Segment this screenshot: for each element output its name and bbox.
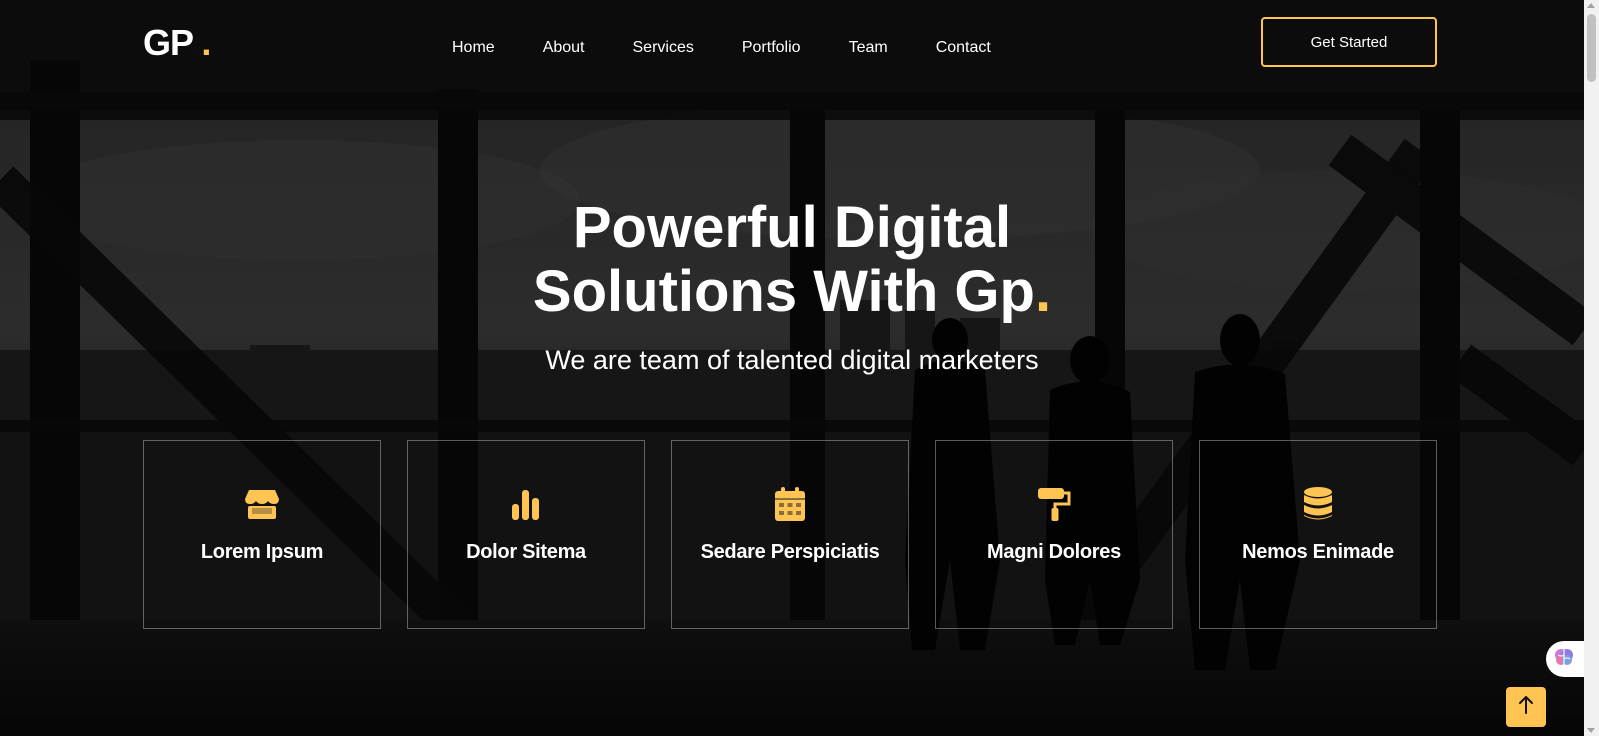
hero-subtitle: We are team of talented digital marketer… [545, 345, 1039, 375]
page: GP . Home About Services Portfolio Team … [0, 0, 1584, 736]
feature-box-magni-dolores[interactable]: Magni Dolores [935, 440, 1173, 629]
store-icon [144, 486, 380, 524]
hero-title: Powerful Digital Solutions With Gp. [0, 196, 1584, 324]
nav-link-about[interactable]: About [543, 37, 585, 59]
feature-boxes: Lorem Ipsum Dolor Sitema Sedare Perspici… [143, 440, 1437, 629]
nav-link-contact[interactable]: Contact [936, 37, 991, 59]
scroll-up-arrow-icon[interactable] [1587, 3, 1595, 8]
hero-title-line-2: Solutions With Gp. [0, 260, 1584, 324]
feature-box-sedare-perspiciatis[interactable]: Sedare Perspiciatis [671, 440, 909, 629]
feature-title: Sedare Perspiciatis [700, 541, 880, 563]
feature-title: Lorem Ipsum [200, 541, 324, 563]
database-icon [1200, 486, 1436, 524]
main-nav: Home About Services Portfolio Team Conta… [452, 37, 991, 59]
feature-title: Magni Dolores [987, 541, 1121, 563]
logo-dot: . [201, 22, 211, 63]
back-to-top-button[interactable] [1506, 687, 1546, 727]
bar-chart-icon [408, 486, 644, 524]
nav-link-services[interactable]: Services [633, 37, 694, 59]
page-scrollbar[interactable] [1584, 0, 1599, 736]
logo-text: GP [143, 22, 193, 63]
feature-title: Dolor Sitema [466, 541, 586, 563]
feature-box-nemos-enimade[interactable]: Nemos Enimade [1199, 440, 1437, 629]
get-started-button[interactable]: Get Started [1261, 17, 1437, 67]
feature-box-dolor-sitema[interactable]: Dolor Sitema [407, 440, 645, 629]
nav-link-team[interactable]: Team [849, 37, 888, 59]
side-extension-widget[interactable] [1546, 641, 1584, 677]
arrow-up-icon [1518, 695, 1534, 720]
feature-box-lorem-ipsum[interactable]: Lorem Ipsum [143, 440, 381, 629]
nav-link-portfolio[interactable]: Portfolio [742, 37, 801, 59]
logo[interactable]: GP . [143, 22, 211, 64]
hero-title-line-2-text: Solutions With Gp [532, 259, 1035, 324]
calendar-icon [672, 486, 908, 524]
nav-link-home[interactable]: Home [452, 37, 495, 59]
scroll-down-arrow-icon[interactable] [1587, 728, 1595, 733]
scrollbar-thumb[interactable] [1587, 14, 1596, 82]
hero-title-dot: . [1034, 259, 1052, 324]
hero-title-line-1: Powerful Digital [572, 195, 1012, 260]
feature-title: Nemos Enimade [1242, 541, 1394, 563]
paint-roller-icon [936, 486, 1172, 524]
brain-icon [1552, 645, 1576, 674]
